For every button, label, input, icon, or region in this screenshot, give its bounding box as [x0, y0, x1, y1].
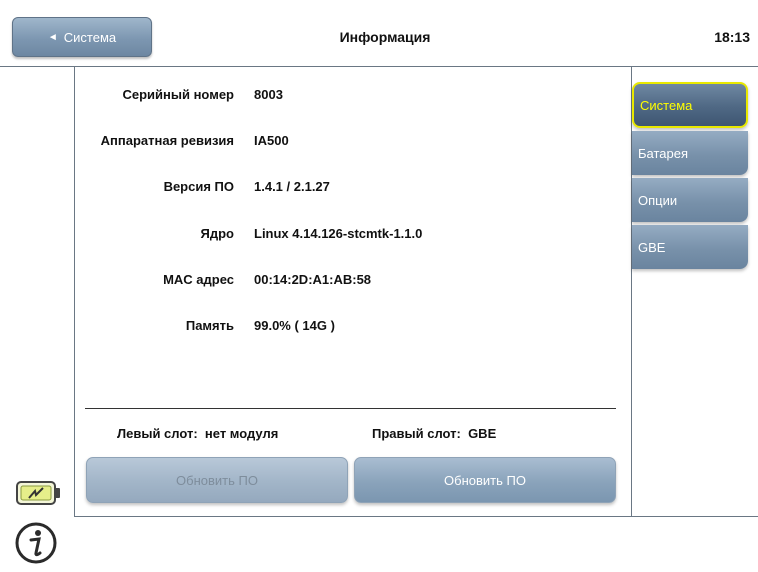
- triangle-left-icon: ◄: [47, 31, 58, 43]
- info-value: 99.0% ( 14G ): [254, 318, 335, 333]
- divider: [75, 516, 758, 517]
- back-button[interactable]: ◄ Система: [12, 17, 152, 57]
- info-value: IA500: [254, 133, 289, 148]
- info-icon[interactable]: [14, 521, 58, 565]
- info-label: MAC адрес: [163, 272, 234, 287]
- info-row-hw-revision: Аппаратная ревизия IA500: [75, 133, 631, 153]
- tab-label: Система: [640, 97, 693, 113]
- tab-label: GBE: [638, 239, 666, 255]
- tab-gbe[interactable]: GBE: [632, 225, 748, 269]
- info-row-sw-version: Версия ПО 1.4.1 / 2.1.27: [75, 179, 631, 199]
- info-value: 8003: [254, 87, 283, 102]
- right-slot-status: Правый слот: GBE: [372, 426, 497, 441]
- info-row-mac: MAC адрес 00:14:2D:A1:AB:58: [75, 272, 631, 292]
- info-row-kernel: Ядро Linux 4.14.126-stcmtk-1.1.0: [75, 226, 631, 246]
- info-row-serial: Серийный номер 8003: [75, 87, 631, 107]
- tab-system[interactable]: Система: [632, 82, 748, 128]
- tab-battery[interactable]: Батарея: [632, 131, 748, 175]
- info-row-memory: Память 99.0% ( 14G ): [75, 318, 631, 338]
- info-label: Ядро: [200, 226, 234, 241]
- tab-label: Опции: [638, 192, 678, 208]
- info-label: Аппаратная ревизия: [100, 133, 234, 148]
- update-firmware-right-button[interactable]: Обновить ПО: [354, 457, 616, 503]
- info-label: Серийный номер: [122, 87, 234, 102]
- page-title: Информация: [339, 29, 431, 45]
- info-value: 00:14:2D:A1:AB:58: [254, 272, 372, 287]
- tab-label: Батарея: [638, 145, 689, 161]
- info-label: Память: [185, 318, 234, 333]
- divider: [85, 408, 616, 409]
- info-value: Linux 4.14.126-stcmtk-1.1.0: [254, 226, 423, 241]
- info-value: 1.4.1 / 2.1.27: [254, 179, 330, 194]
- left-slot-status: Левый слот: нет модуля: [117, 426, 279, 441]
- clock: 18:13: [714, 29, 750, 45]
- update-firmware-left-button[interactable]: Обновить ПО: [86, 457, 348, 503]
- battery-charging-icon[interactable]: [15, 480, 63, 506]
- info-label: Версия ПО: [163, 179, 234, 194]
- back-button-label: Система: [63, 29, 117, 45]
- tab-options[interactable]: Опции: [632, 178, 748, 222]
